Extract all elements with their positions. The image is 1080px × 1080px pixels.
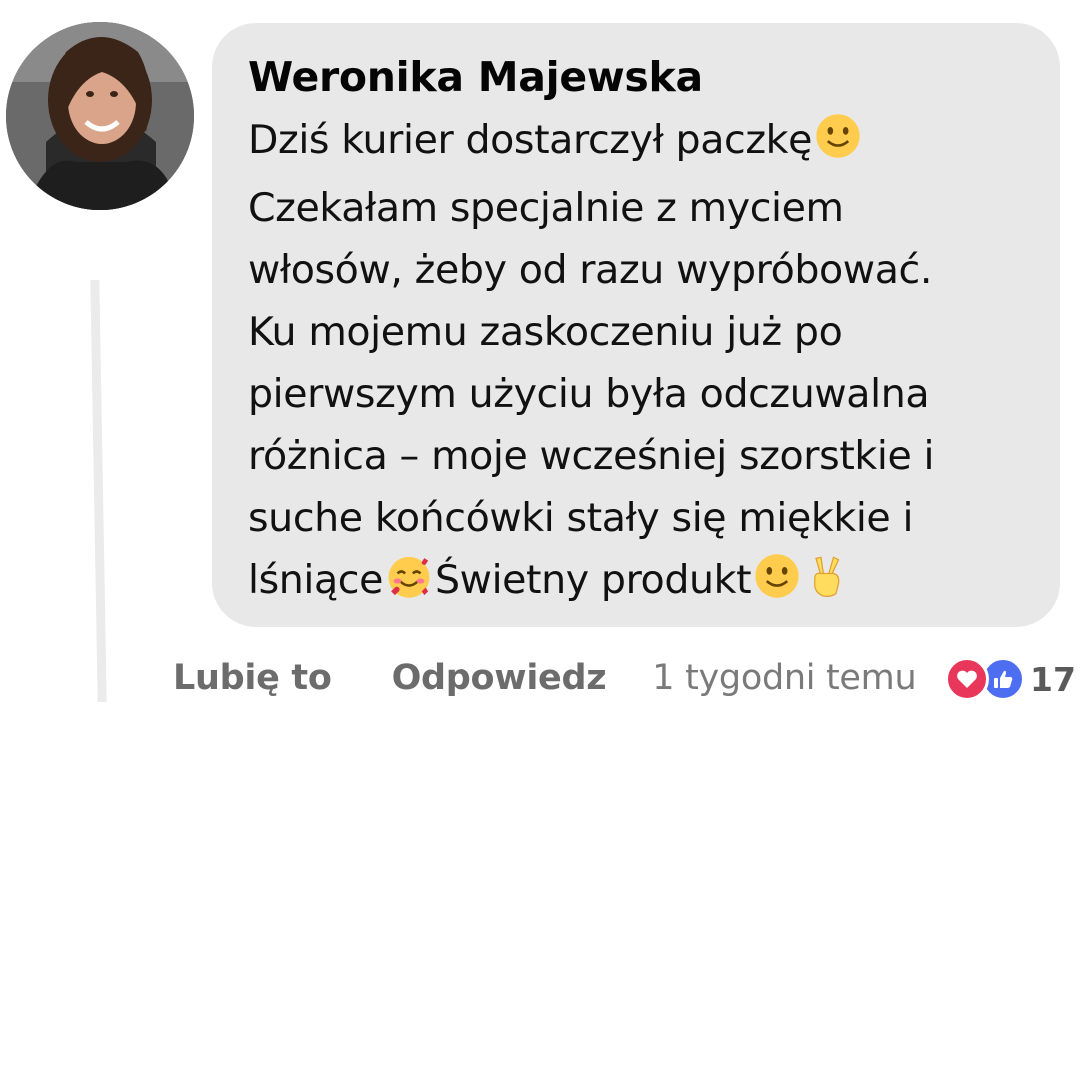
reactions-summary[interactable]: 17 [945, 657, 1076, 701]
avatar[interactable] [6, 22, 194, 210]
avatar-photo [6, 22, 194, 210]
comment-line-4: Ku mojemu zaskoczeniu już po [248, 309, 843, 355]
reaction-count: 17 [1030, 659, 1076, 699]
comment-line-3: włosów, żeby od razu wypróbować. [248, 247, 932, 293]
thread-line [90, 280, 107, 702]
comment-text: Dziś kurier dostarczył paczkę Czekałam s… [248, 109, 1040, 617]
smiling-face-with-hearts-icon [386, 553, 432, 617]
comment-line-6: różnica – moje wcześniej szorstkie i [248, 433, 935, 479]
slightly-smiling-face-icon [754, 553, 800, 617]
comment-line-2: Czekałam specjalnie z myciem [248, 185, 844, 231]
comment-line-1: Dziś kurier dostarczył paczkę [248, 109, 1040, 177]
reply-button[interactable]: Odpowiedz [392, 658, 607, 698]
heart-icon [945, 657, 989, 701]
like-button[interactable]: Lubię to [173, 658, 332, 698]
comment-line-7: suche końcówki stały się miękkie i [248, 495, 914, 541]
comment-line-8: lśniące Świetny produkt [248, 549, 1040, 617]
victory-hand-icon [806, 553, 846, 617]
comment-actions: Lubię to Odpowiedz 1 tygodni temu [173, 650, 917, 706]
slightly-smiling-face-icon [815, 113, 861, 177]
comment-bubble: Weronika Majewska Dziś kurier dostarczył… [212, 23, 1060, 627]
comment-timestamp[interactable]: 1 tygodni temu [652, 658, 916, 698]
comment-author[interactable]: Weronika Majewska [248, 53, 1040, 101]
comment-line-5: pierwszym użyciu była odczuwalna [248, 371, 930, 417]
